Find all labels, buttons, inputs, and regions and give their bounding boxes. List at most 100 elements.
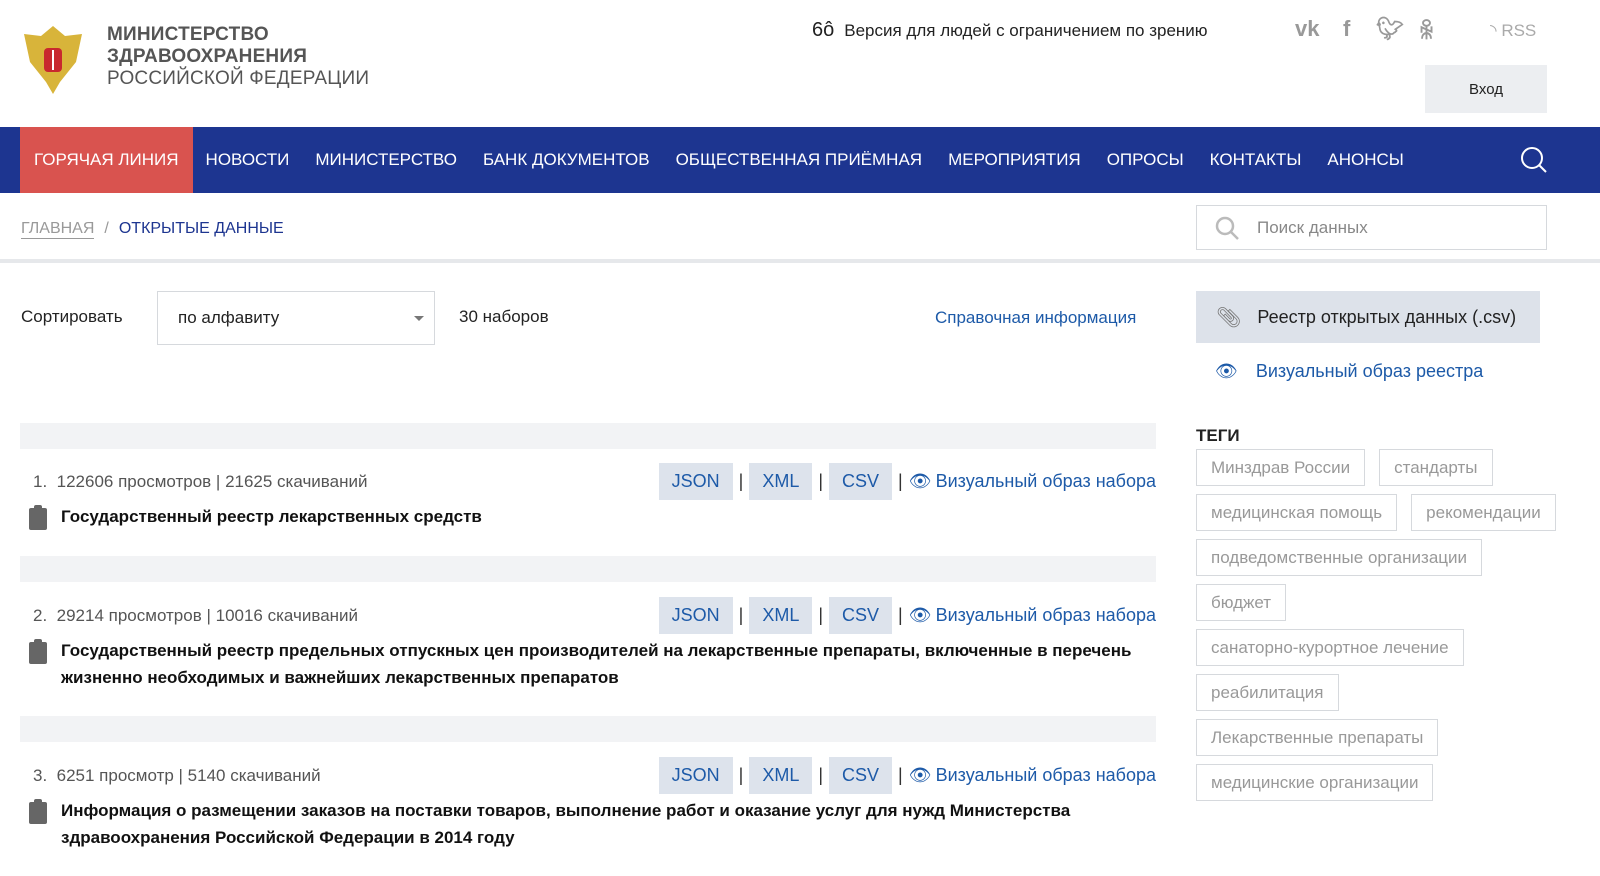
dataset-title[interactable]: Государственный реестр лекарственных сре… bbox=[61, 503, 1151, 530]
nav-contacts[interactable]: КОНТАКТЫ bbox=[1197, 127, 1315, 193]
breadcrumb-separator: / bbox=[104, 220, 109, 237]
nav-news[interactable]: НОВОСТИ bbox=[193, 127, 303, 193]
nav-polls[interactable]: ОПРОСЫ bbox=[1094, 127, 1197, 193]
tag[interactable]: Минздрав России bbox=[1196, 449, 1366, 486]
list-separator bbox=[20, 423, 1156, 449]
dataset-count: 30 наборов bbox=[459, 307, 549, 326]
json-button[interactable]: JSON bbox=[658, 463, 733, 500]
ministry-emblem[interactable] bbox=[20, 22, 86, 96]
facebook-icon[interactable]: f bbox=[1343, 16, 1350, 42]
nav-announcements[interactable]: АНОНСЫ bbox=[1314, 127, 1416, 193]
eye-icon: 👁︎ bbox=[908, 605, 932, 625]
csv-button[interactable]: CSV bbox=[829, 463, 893, 500]
tag-list: Минздрав России стандарты медицинская помо… bbox=[1196, 449, 1556, 801]
glasses-icon: 6ô bbox=[812, 19, 835, 41]
breadcrumb-current: ОТКРЫТЫЕ ДАННЫЕ bbox=[118, 220, 284, 237]
tag[interactable]: стандарты bbox=[1379, 449, 1493, 486]
format-links: JSON | XML | CSV | 👁︎ Визуальный образ набор… bbox=[658, 757, 1156, 794]
item-stats: 2. 29214 просмотров | 10016 скачиваний bbox=[33, 606, 358, 626]
tag[interactable]: реабилитация bbox=[1196, 674, 1339, 711]
odnoklassniki-icon[interactable]: ꆜ bbox=[1418, 16, 1435, 45]
tag[interactable]: подведомственные организации bbox=[1196, 539, 1482, 576]
item-number: 3. bbox=[33, 766, 48, 785]
logo-line: МИНИСТЕРСТВО bbox=[107, 24, 269, 45]
visual-registry-link[interactable]: 👁︎ Визуальный образ реестра bbox=[1215, 361, 1483, 382]
list-separator bbox=[20, 716, 1156, 742]
twitter-icon[interactable]: 🐦︎ bbox=[1376, 16, 1404, 42]
item-stats: 1. 122606 просмотров | 21625 скачиваний bbox=[33, 472, 367, 492]
registry-csv-button[interactable]: 📎︎ Реестр открытых данных (.csv) bbox=[1196, 291, 1540, 343]
rss-icon: ◝ bbox=[1490, 21, 1502, 40]
xml-button[interactable]: XML bbox=[749, 597, 813, 634]
tag[interactable]: бюджет bbox=[1196, 584, 1287, 621]
tag[interactable]: санаторно-курортное лечение bbox=[1196, 629, 1464, 666]
tag[interactable]: медицинские организации bbox=[1196, 764, 1434, 801]
paperclip-icon: 📎︎ bbox=[1216, 306, 1242, 329]
eye-icon: 👁︎ bbox=[1215, 361, 1238, 381]
separator: | bbox=[738, 765, 744, 785]
nav-documents[interactable]: БАНК ДОКУМЕНТОВ bbox=[470, 127, 663, 193]
logo-line: РОССИЙСКОЙ ФЕДЕРАЦИИ bbox=[107, 68, 370, 89]
sort-select[interactable]: по алфавиту bbox=[157, 291, 435, 345]
format-links: JSON | XML | CSV | 👁︎ Визуальный образ набор… bbox=[658, 463, 1156, 500]
nav-public-reception[interactable]: ОБЩЕСТВЕННАЯ ПРИЁМНАЯ bbox=[663, 127, 936, 193]
dataset-title[interactable]: Государственный реестр предельных отпуск… bbox=[61, 637, 1151, 691]
breadcrumb-home[interactable]: ГЛАВНАЯ bbox=[21, 220, 95, 239]
logo-line: ЗДРАВООХРАНЕНИЯ bbox=[107, 46, 308, 67]
xml-button[interactable]: XML bbox=[749, 463, 813, 500]
breadcrumb: ГЛАВНАЯ / ОТКРЫТЫЕ ДАННЫЕ bbox=[21, 220, 284, 239]
clipboard-icon bbox=[29, 505, 47, 530]
clipboard-icon bbox=[29, 799, 47, 824]
item-stats: 3. 6251 просмотр | 5140 скачиваний bbox=[33, 766, 321, 786]
search-icon[interactable] bbox=[1520, 146, 1548, 179]
separator: | bbox=[818, 765, 824, 785]
clipboard-icon bbox=[29, 639, 47, 664]
format-links: JSON | XML | CSV | 👁︎ Визуальный образ набор… bbox=[658, 597, 1156, 634]
chevron-down-icon bbox=[414, 316, 424, 326]
help-link[interactable]: Справочная информация bbox=[935, 308, 1136, 328]
item-stats-text: 6251 просмотр | 5140 скачиваний bbox=[56, 766, 321, 785]
ministry-logo-text[interactable]: МИНИСТЕРСТВО ЗДРАВООХРАНЕНИЯ РОССИЙСКОЙ … bbox=[107, 24, 369, 90]
tag[interactable]: рекомендации bbox=[1411, 494, 1556, 531]
separator: | bbox=[738, 471, 744, 491]
visual-dataset-link[interactable]: 👁︎ Визуальный образ набора bbox=[909, 471, 1156, 492]
data-search-input[interactable]: Поиск данных bbox=[1196, 205, 1547, 250]
visual-dataset-link[interactable]: 👁︎ Визуальный образ набора bbox=[909, 765, 1156, 786]
csv-button[interactable]: CSV bbox=[829, 597, 893, 634]
tag[interactable]: медицинская помощь bbox=[1196, 494, 1398, 531]
csv-button[interactable]: CSV bbox=[829, 757, 893, 794]
registry-label: Реестр открытых данных (.csv) bbox=[1257, 306, 1517, 327]
separator: | bbox=[898, 605, 903, 625]
sort-label: Сортировать bbox=[21, 307, 123, 326]
accessibility-link[interactable]: 6ô Версия для людей с ограничением по зр… bbox=[812, 19, 1208, 42]
separator: | bbox=[818, 471, 824, 491]
divider bbox=[0, 259, 1600, 263]
nav-events[interactable]: МЕРОПРИЯТИЯ bbox=[935, 127, 1094, 193]
tag[interactable]: Лекарственные препараты bbox=[1196, 719, 1439, 756]
search-placeholder: Поиск данных bbox=[1257, 217, 1368, 237]
separator: | bbox=[738, 605, 744, 625]
main-nav: ГОРЯЧАЯ ЛИНИЯ НОВОСТИ МИНИСТЕРСТВО БАНК … bbox=[0, 127, 1600, 193]
accessibility-label: Версия для людей с ограничением по зрени… bbox=[844, 20, 1208, 40]
nav-hotline[interactable]: ГОРЯЧАЯ ЛИНИЯ bbox=[20, 127, 193, 193]
visual-registry-label: Визуальный образ реестра bbox=[1255, 361, 1484, 381]
visual-dataset-label: Визуальный образ набора bbox=[935, 765, 1156, 785]
separator: | bbox=[818, 605, 824, 625]
sort-value: по алфавиту bbox=[178, 308, 280, 327]
login-button[interactable]: Вход bbox=[1425, 65, 1547, 113]
item-number: 2. bbox=[33, 606, 48, 625]
eye-icon: 👁︎ bbox=[908, 471, 932, 491]
visual-dataset-label: Визуальный образ набора bbox=[935, 471, 1156, 491]
tags-heading: ТЕГИ bbox=[1196, 426, 1240, 445]
item-stats-text: 29214 просмотров | 10016 скачиваний bbox=[56, 606, 359, 625]
json-button[interactable]: JSON bbox=[658, 597, 733, 634]
vk-icon[interactable]: vk bbox=[1295, 16, 1319, 42]
list-separator bbox=[20, 556, 1156, 582]
nav-ministry[interactable]: МИНИСТЕРСТВО bbox=[302, 127, 470, 193]
dataset-title[interactable]: Информация о размещении заказов на поста… bbox=[61, 797, 1151, 851]
json-button[interactable]: JSON bbox=[658, 757, 733, 794]
xml-button[interactable]: XML bbox=[749, 757, 813, 794]
rss-link[interactable]: ◝ RSS bbox=[1490, 21, 1536, 41]
visual-dataset-link[interactable]: 👁︎ Визуальный образ набора bbox=[909, 605, 1156, 626]
separator: | bbox=[898, 471, 903, 491]
